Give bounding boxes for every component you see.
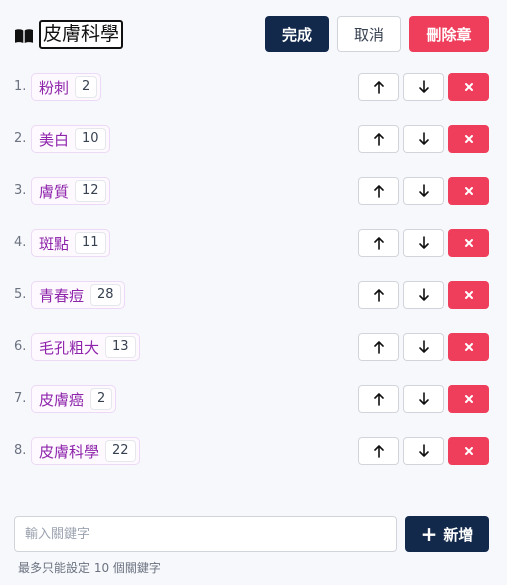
close-icon	[464, 239, 473, 247]
arrow-down-icon	[418, 184, 429, 197]
keyword-tag[interactable]: 青春痘 28	[31, 281, 125, 309]
keyword-count: 2	[75, 76, 98, 98]
move-down-button[interactable]	[403, 229, 444, 257]
arrow-down-icon	[418, 80, 429, 93]
keyword-row: 2. 美白 10	[0, 125, 507, 155]
move-up-button[interactable]	[358, 333, 399, 361]
remove-keyword-button[interactable]	[448, 177, 489, 205]
keyword-label: 皮膚癌	[39, 390, 85, 409]
keyword-label: 斑點	[39, 234, 70, 253]
keyword-count: 28	[90, 284, 121, 306]
keyword-input[interactable]	[14, 516, 397, 552]
chapter-header: 皮膚科學 完成 取消 刪除章	[0, 0, 507, 70]
move-down-button[interactable]	[403, 281, 444, 309]
move-up-button[interactable]	[358, 437, 399, 465]
remove-keyword-button[interactable]	[448, 437, 489, 465]
keyword-index: 7.	[14, 391, 27, 406]
move-down-button[interactable]	[403, 437, 444, 465]
move-up-button[interactable]	[358, 281, 399, 309]
move-down-button[interactable]	[403, 177, 444, 205]
keyword-tag[interactable]: 美白 10	[31, 125, 110, 153]
arrow-up-icon	[373, 237, 384, 250]
move-down-button[interactable]	[403, 125, 444, 153]
keyword-tag[interactable]: 毛孔粗大 13	[31, 333, 140, 361]
arrow-up-icon	[373, 341, 384, 354]
arrow-up-icon	[373, 393, 384, 406]
keyword-count: 13	[105, 336, 136, 358]
arrow-down-icon	[418, 340, 429, 353]
keyword-tag[interactable]: 膚質 12	[31, 177, 110, 205]
keyword-index: 1.	[14, 79, 27, 94]
move-down-button[interactable]	[403, 333, 444, 361]
remove-keyword-button[interactable]	[448, 73, 489, 101]
close-icon	[464, 291, 473, 299]
close-icon	[464, 135, 473, 143]
move-up-button[interactable]	[358, 125, 399, 153]
move-down-button[interactable]	[403, 385, 444, 413]
arrow-down-icon	[418, 236, 429, 249]
close-icon	[464, 447, 473, 455]
arrow-down-icon	[418, 444, 429, 457]
keyword-row: 4. 斑點 11	[0, 229, 507, 259]
move-up-button[interactable]	[358, 177, 399, 205]
plus-icon: +	[420, 522, 438, 546]
close-icon	[464, 187, 473, 195]
arrow-up-icon	[373, 185, 384, 198]
close-icon	[464, 343, 473, 351]
keyword-tag[interactable]: 粉刺 2	[31, 73, 102, 101]
keyword-row: 5. 青春痘 28	[0, 281, 507, 311]
arrow-down-icon	[418, 288, 429, 301]
remove-keyword-button[interactable]	[448, 125, 489, 153]
keyword-tag[interactable]: 皮膚科學 22	[31, 437, 140, 465]
keyword-label: 皮膚科學	[39, 442, 100, 461]
keyword-index: 2.	[14, 131, 27, 146]
arrow-up-icon	[373, 133, 384, 146]
arrow-up-icon	[373, 81, 384, 94]
remove-keyword-button[interactable]	[448, 281, 489, 309]
keyword-label: 粉刺	[39, 78, 70, 97]
keyword-count: 2	[90, 388, 113, 410]
keyword-row: 7. 皮膚癌 2	[0, 385, 507, 415]
remove-keyword-button[interactable]	[448, 229, 489, 257]
close-icon	[464, 83, 473, 91]
keyword-limit-hint: 最多只能設定 10 個關鍵字	[18, 561, 161, 575]
keyword-label: 膚質	[39, 182, 70, 201]
move-down-button[interactable]	[403, 73, 444, 101]
chapter-title-input[interactable]: 皮膚科學	[39, 20, 124, 49]
delete-chapter-button[interactable]: 刪除章	[409, 16, 489, 52]
keyword-count: 12	[75, 180, 106, 202]
arrow-down-icon	[418, 132, 429, 145]
keyword-row: 3. 膚質 12	[0, 177, 507, 207]
arrow-up-icon	[373, 445, 384, 458]
keyword-count: 10	[75, 128, 106, 150]
keyword-tag[interactable]: 斑點 11	[31, 229, 110, 257]
move-up-button[interactable]	[358, 385, 399, 413]
cancel-button[interactable]: 取消	[337, 16, 401, 52]
keyword-label: 美白	[39, 130, 70, 149]
keyword-index: 6.	[14, 339, 27, 354]
move-up-button[interactable]	[358, 229, 399, 257]
keyword-row: 8. 皮膚科學 22	[0, 437, 507, 467]
keyword-index: 4.	[14, 235, 27, 250]
keyword-count: 11	[75, 232, 106, 254]
move-up-button[interactable]	[358, 73, 399, 101]
keyword-label: 毛孔粗大	[39, 338, 100, 357]
remove-keyword-button[interactable]	[448, 385, 489, 413]
arrow-down-icon	[418, 392, 429, 405]
keyword-tag[interactable]: 皮膚癌 2	[31, 385, 117, 413]
keyword-count: 22	[105, 440, 136, 462]
keyword-label: 青春痘	[39, 286, 85, 305]
arrow-up-icon	[373, 289, 384, 302]
add-keyword-label: 新增	[443, 525, 474, 544]
remove-keyword-button[interactable]	[448, 333, 489, 361]
keyword-index: 3.	[14, 183, 27, 198]
add-keyword-button[interactable]: + 新增	[405, 516, 489, 552]
keyword-index: 5.	[14, 287, 27, 302]
keyword-index: 8.	[14, 443, 27, 458]
done-button[interactable]: 完成	[265, 16, 329, 52]
book-icon	[15, 29, 33, 43]
keyword-row: 6. 毛孔粗大 13	[0, 333, 507, 363]
keyword-row: 1. 粉刺 2	[0, 73, 507, 103]
close-icon	[464, 395, 473, 403]
